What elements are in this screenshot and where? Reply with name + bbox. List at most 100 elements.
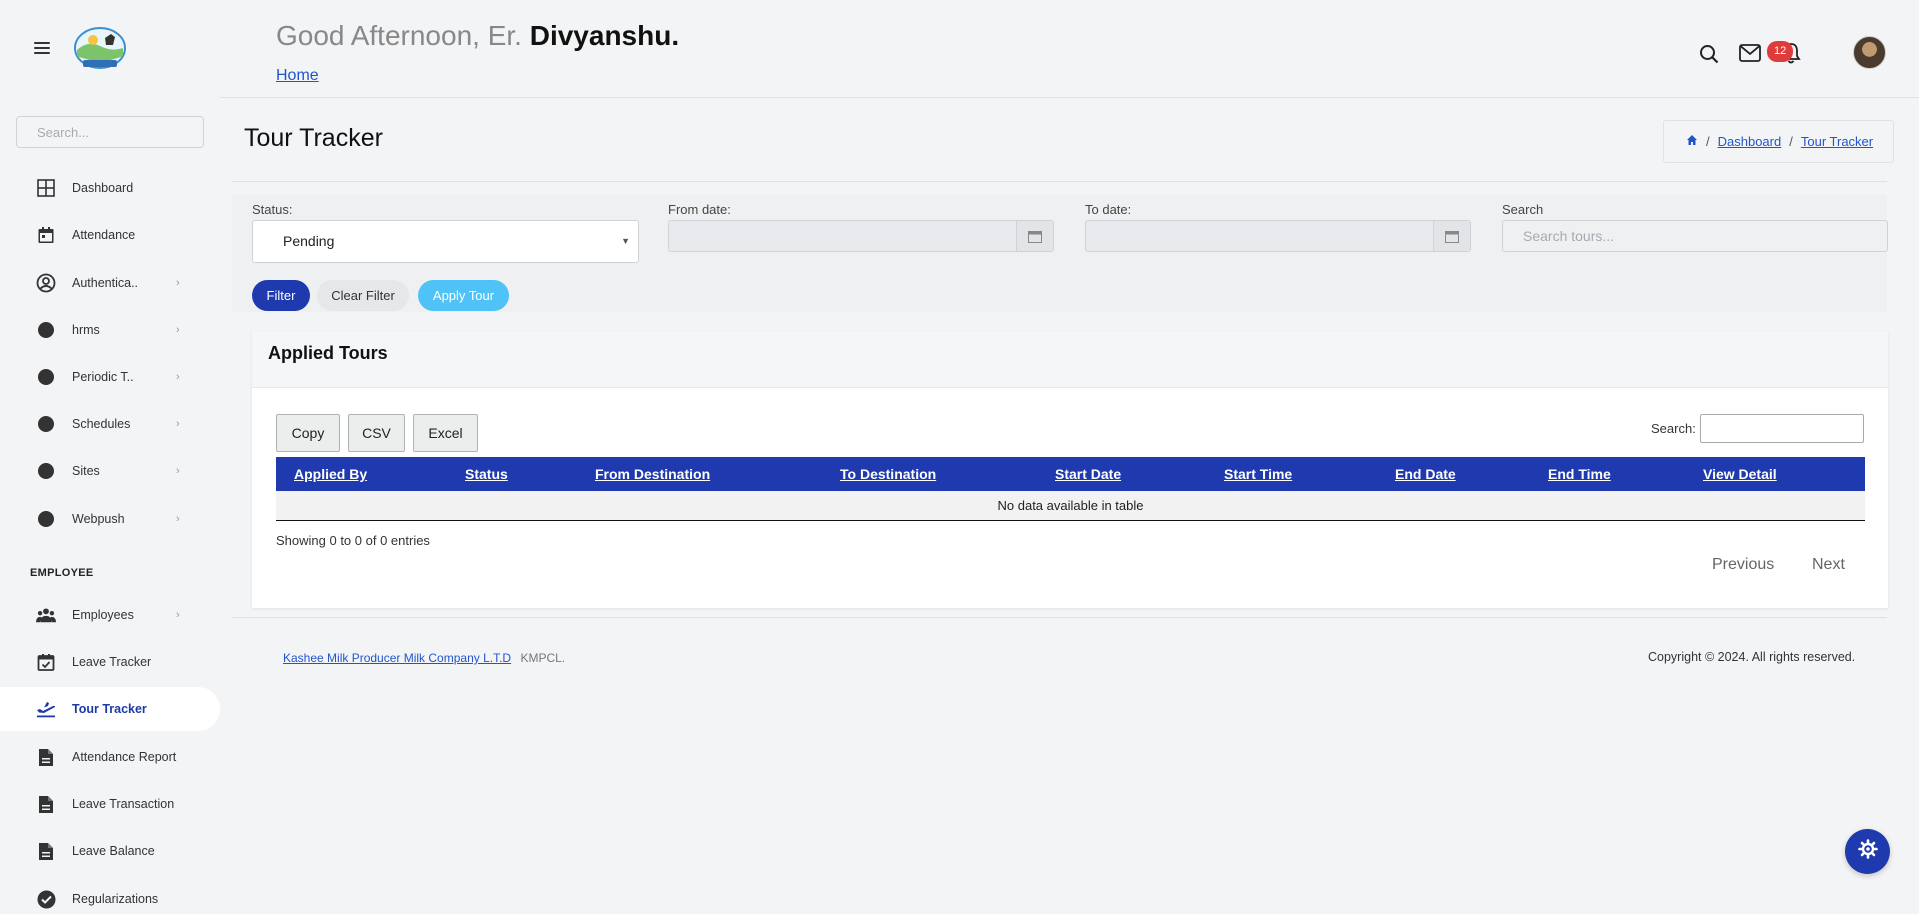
sidebar-item-label: Leave Balance bbox=[72, 844, 155, 858]
sidebar-item-label: Schedules bbox=[72, 417, 131, 431]
circle-icon bbox=[36, 320, 56, 340]
column-header-end-date[interactable]: End Date bbox=[1395, 457, 1456, 491]
calendar-icon[interactable] bbox=[1016, 221, 1053, 251]
previous-page-button[interactable]: Previous bbox=[1712, 556, 1774, 574]
column-header-start-date[interactable]: Start Date bbox=[1055, 457, 1121, 491]
column-header-applied-by[interactable]: Applied By bbox=[294, 457, 367, 491]
sidebar-item-regularizations[interactable]: Regularizations bbox=[0, 877, 220, 914]
document-icon bbox=[36, 841, 56, 861]
column-header-view-detail[interactable]: View Detail bbox=[1703, 457, 1777, 491]
gear-icon bbox=[1857, 839, 1878, 864]
to-date-label: To date: bbox=[1085, 202, 1132, 217]
search-icon[interactable] bbox=[1697, 42, 1721, 66]
sidebar-item-label: Sites bbox=[72, 464, 100, 478]
breadcrumb-dashboard[interactable]: Dashboard bbox=[1718, 134, 1782, 149]
from-date-label: From date: bbox=[668, 202, 731, 217]
sidebar-item-schedules[interactable]: Schedules › bbox=[0, 402, 220, 446]
breadcrumb: / Dashboard / Tour Tracker bbox=[1663, 120, 1894, 163]
greeting: Good Afternoon, Er. Divyanshu. bbox=[276, 20, 679, 52]
menu-toggle-icon[interactable] bbox=[34, 42, 50, 54]
from-date-input[interactable] bbox=[668, 220, 1054, 252]
sidebar-item-leave-balance[interactable]: Leave Balance bbox=[0, 829, 220, 873]
circle-icon bbox=[36, 461, 56, 481]
sidebar-item-label: Leave Tracker bbox=[72, 655, 152, 669]
settings-button[interactable] bbox=[1845, 829, 1890, 874]
chevron-right-icon: › bbox=[176, 371, 180, 383]
check-circle-icon bbox=[36, 889, 56, 909]
column-header-to-destination[interactable]: To Destination bbox=[840, 457, 936, 491]
card-header: Applied Tours bbox=[252, 332, 1888, 388]
page-title: Tour Tracker bbox=[244, 124, 383, 152]
footer-company: Kashee Milk Producer Milk Company L.T.D … bbox=[283, 651, 565, 665]
card-title: Applied Tours bbox=[268, 343, 388, 363]
sidebar-item-periodic-tasks[interactable]: Periodic T.. › bbox=[0, 355, 220, 399]
circle-icon bbox=[36, 414, 56, 434]
column-header-status[interactable]: Status bbox=[465, 457, 508, 491]
divider bbox=[232, 181, 1887, 182]
plane-departure-icon bbox=[36, 699, 56, 719]
company-short: KMPCL. bbox=[520, 651, 566, 665]
people-icon bbox=[36, 605, 56, 625]
sidebar-section-title: EMPLOYEE bbox=[30, 567, 94, 579]
filter-button[interactable]: Filter bbox=[252, 280, 310, 311]
to-date-input[interactable] bbox=[1085, 220, 1471, 252]
company-link[interactable]: Kashee Milk Producer Milk Company L.T.D bbox=[283, 651, 511, 665]
table-info: Showing 0 to 0 of 0 entries bbox=[276, 533, 430, 548]
breadcrumb-current[interactable]: Tour Tracker bbox=[1801, 134, 1873, 149]
excel-button[interactable]: Excel bbox=[413, 414, 478, 452]
csv-button[interactable]: CSV bbox=[348, 414, 405, 452]
chevron-right-icon: › bbox=[176, 324, 180, 336]
breadcrumb-separator: / bbox=[1706, 134, 1710, 149]
sidebar-item-leave-transaction[interactable]: Leave Transaction bbox=[0, 782, 220, 826]
next-page-button[interactable]: Next bbox=[1812, 556, 1845, 574]
column-header-start-time[interactable]: Start Time bbox=[1224, 457, 1292, 491]
table-search-label: Search: bbox=[1651, 421, 1696, 436]
sidebar-item-label: Periodic T.. bbox=[72, 370, 134, 384]
column-header-from-destination[interactable]: From Destination bbox=[595, 457, 710, 491]
table-search-input[interactable] bbox=[1700, 414, 1864, 443]
home-link[interactable]: Home bbox=[276, 67, 319, 85]
sidebar-item-label: Tour Tracker bbox=[72, 702, 147, 716]
clear-filter-button[interactable]: Clear Filter bbox=[317, 280, 409, 311]
sidebar-item-label: Authentica.. bbox=[72, 276, 139, 290]
apply-tour-button[interactable]: Apply Tour bbox=[418, 280, 509, 311]
sidebar-item-attendance[interactable]: Attendance bbox=[0, 213, 220, 257]
status-label: Status: bbox=[252, 202, 293, 217]
circle-icon bbox=[36, 367, 56, 387]
sidebar-item-tour-tracker[interactable]: Tour Tracker bbox=[0, 687, 220, 731]
sidebar-item-webpush[interactable]: Webpush › bbox=[0, 497, 220, 541]
copyright: Copyright © 2024. All rights reserved. bbox=[1648, 650, 1856, 664]
caret-down-icon: ▼ bbox=[621, 236, 630, 246]
document-icon bbox=[36, 747, 56, 767]
sidebar-item-dashboard[interactable]: Dashboard bbox=[0, 166, 220, 210]
sidebar-item-leave-tracker[interactable]: Leave Tracker bbox=[0, 640, 220, 684]
empty-table-row: No data available in table bbox=[276, 491, 1865, 521]
mail-icon[interactable] bbox=[1738, 41, 1762, 65]
column-header-end-time[interactable]: End Time bbox=[1548, 457, 1611, 491]
sidebar-item-label: Dashboard bbox=[72, 181, 134, 195]
document-icon bbox=[36, 794, 56, 814]
sidebar-item-label: Attendance bbox=[72, 228, 136, 242]
status-select[interactable]: Pending ▼ bbox=[252, 220, 639, 263]
sidebar-search-input[interactable] bbox=[16, 116, 204, 148]
sidebar-item-authentication[interactable]: Authentica.. › bbox=[0, 261, 220, 305]
chevron-right-icon: › bbox=[176, 418, 180, 430]
chevron-right-icon: › bbox=[176, 609, 180, 621]
sidebar-item-employees[interactable]: Employees › bbox=[0, 593, 220, 637]
home-icon[interactable] bbox=[1686, 134, 1698, 149]
sidebar: Dashboard Attendance Authentica.. › hrms… bbox=[0, 0, 220, 914]
notification-badge: 12 bbox=[1767, 41, 1794, 62]
copy-button[interactable]: Copy bbox=[276, 414, 340, 452]
sidebar-item-hrms[interactable]: hrms › bbox=[0, 308, 220, 352]
sidebar-item-attendance-report[interactable]: Attendance Report bbox=[0, 735, 220, 779]
sidebar-item-sites[interactable]: Sites › bbox=[0, 449, 220, 493]
sidebar-item-label: Attendance Report bbox=[72, 750, 177, 764]
calendar-icon[interactable] bbox=[1433, 221, 1470, 251]
company-logo[interactable] bbox=[73, 26, 127, 72]
avatar[interactable] bbox=[1853, 36, 1886, 69]
search-tours-input[interactable] bbox=[1502, 220, 1888, 252]
sidebar-item-label: Leave Transaction bbox=[72, 797, 175, 811]
divider bbox=[232, 617, 1887, 618]
status-select-value: Pending bbox=[283, 233, 335, 249]
breadcrumb-separator: / bbox=[1789, 134, 1793, 149]
